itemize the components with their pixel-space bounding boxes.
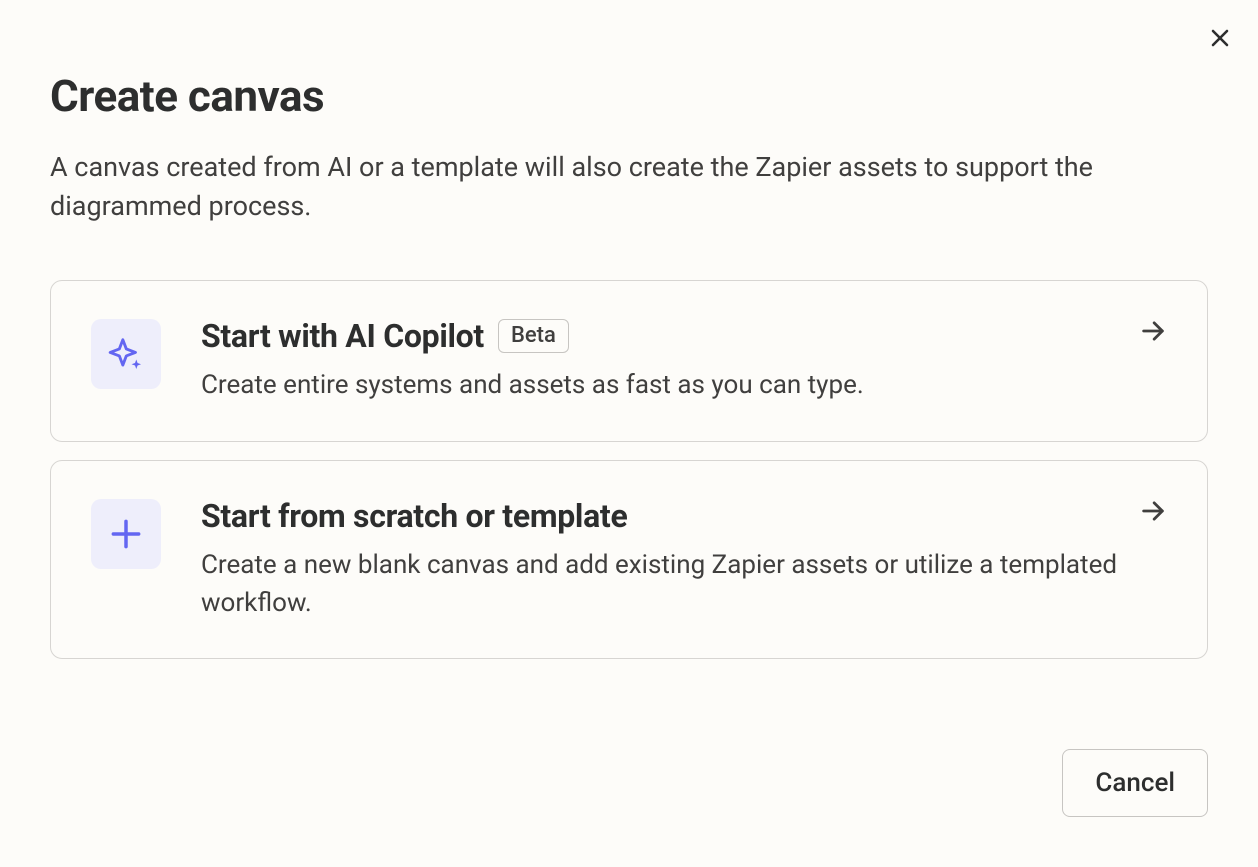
options-list: Start with AI Copilot Beta Create entire… — [50, 280, 1208, 659]
close-button[interactable] — [1204, 22, 1236, 54]
option-title-row: Start with AI Copilot Beta — [201, 317, 1167, 355]
option-title: Start with AI Copilot — [201, 317, 484, 355]
dialog-title: Create canvas — [50, 70, 1208, 122]
option-content: Start from scratch or template Create a … — [201, 497, 1167, 622]
option-content: Start with AI Copilot Beta Create entire… — [201, 317, 1167, 405]
option-title-row: Start from scratch or template — [201, 497, 1167, 535]
plus-icon — [91, 499, 161, 569]
option-title: Start from scratch or template — [201, 497, 627, 535]
cancel-button[interactable]: Cancel — [1062, 749, 1208, 817]
option-ai-copilot[interactable]: Start with AI Copilot Beta Create entire… — [50, 280, 1208, 442]
beta-badge: Beta — [498, 319, 569, 353]
option-description: Create entire systems and assets as fast… — [201, 367, 1121, 405]
option-scratch-template[interactable]: Start from scratch or template Create a … — [50, 460, 1208, 659]
option-description: Create a new blank canvas and add existi… — [201, 547, 1121, 622]
create-canvas-dialog: Create canvas A canvas created from AI o… — [0, 0, 1258, 867]
sparkle-icon — [91, 319, 161, 389]
close-icon — [1208, 26, 1232, 50]
arrow-right-icon — [1139, 497, 1167, 529]
dialog-footer: Cancel — [50, 749, 1208, 817]
arrow-right-icon — [1139, 317, 1167, 349]
dialog-subtitle: A canvas created from AI or a template w… — [50, 148, 1200, 226]
